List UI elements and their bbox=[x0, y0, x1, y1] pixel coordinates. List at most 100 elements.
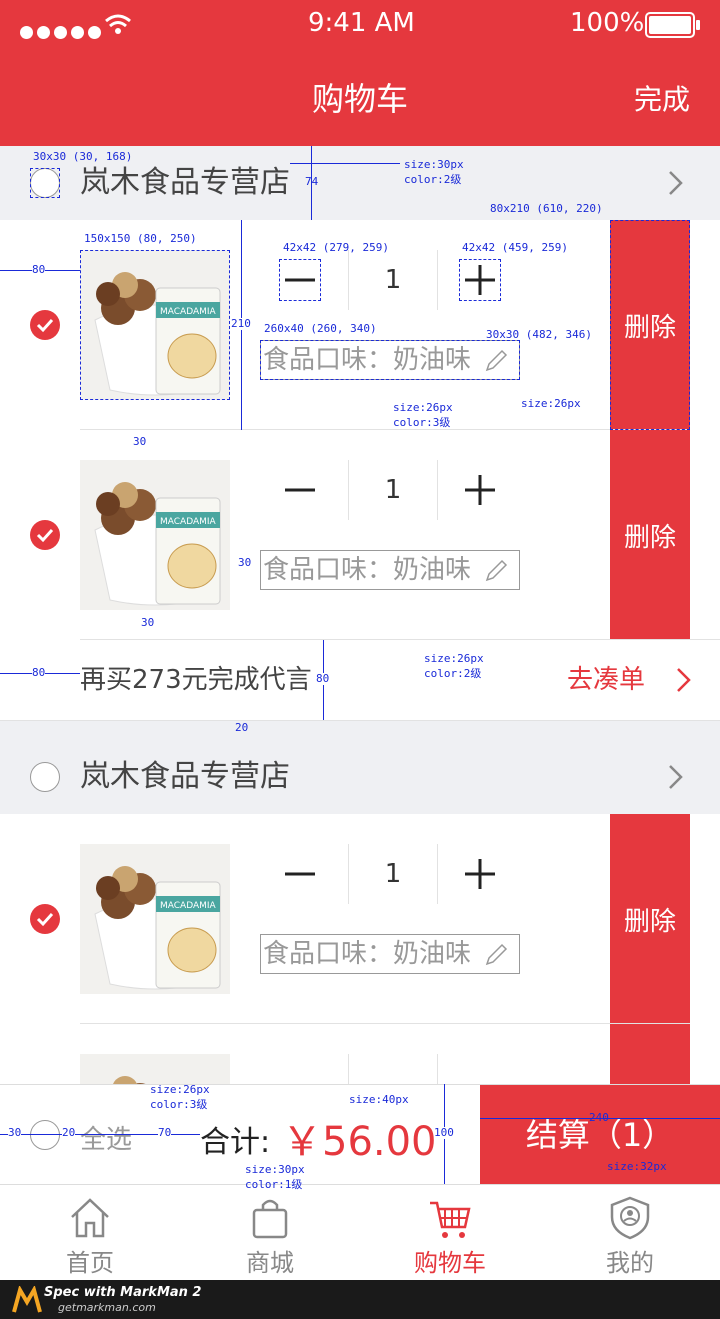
flavor-selector[interactable]: 食品口味：奶油味 bbox=[260, 934, 520, 974]
quantity-stepper: 1 bbox=[260, 460, 500, 520]
markman-site: getmarkman.com bbox=[58, 1301, 156, 1314]
item-checkbox[interactable] bbox=[30, 310, 60, 340]
annotation-label: 30 bbox=[238, 556, 252, 569]
promo-text: 再买273元完成代言 bbox=[80, 665, 312, 695]
shop-select-checkbox[interactable] bbox=[30, 762, 60, 792]
promo-row[interactable]: 再买273元完成代言 去凑单 bbox=[0, 640, 720, 720]
page-title: 购物车 bbox=[311, 80, 408, 118]
cart-item: MACADAMIA 1 食品口味：奶油味 删除 bbox=[0, 430, 720, 640]
annotation-label: 74 bbox=[305, 175, 319, 188]
annotation-box bbox=[80, 250, 230, 400]
quantity-value[interactable]: 1 bbox=[348, 460, 438, 520]
annotation-label: 70 bbox=[158, 1126, 172, 1139]
select-all-checkbox[interactable] bbox=[30, 1120, 60, 1150]
annotation-label: 30x30 (30, 168) bbox=[33, 150, 133, 163]
annotation-label: color:3级 bbox=[150, 1098, 208, 1111]
annotation-label: size:26px bbox=[150, 1083, 210, 1096]
macadamia-product-photo bbox=[113, 1076, 146, 1084]
plus-icon[interactable] bbox=[459, 853, 501, 895]
delete-button[interactable] bbox=[610, 1024, 690, 1084]
item-checkbox[interactable] bbox=[30, 904, 60, 934]
chevron-right-icon[interactable] bbox=[668, 665, 698, 695]
annotation-label: color:2级 bbox=[424, 667, 482, 680]
tab-home[interactable]: 首页 bbox=[0, 1185, 180, 1281]
signal-dots-icon bbox=[20, 16, 105, 46]
product-image[interactable]: MACADAMIA bbox=[80, 844, 230, 994]
annotation-label: 30 bbox=[8, 1126, 22, 1139]
cart-item bbox=[0, 1024, 720, 1084]
annotation-label: size:30px bbox=[245, 1163, 305, 1176]
promo-link[interactable]: 去凑单 bbox=[567, 640, 645, 720]
annotation-label: size:26px bbox=[521, 397, 581, 410]
annotation-label: color:1级 bbox=[245, 1178, 303, 1191]
nav-bar: 购物车 完成 bbox=[0, 50, 720, 146]
flavor-label: 食品口味：奶油味 bbox=[263, 939, 472, 969]
status-bar: 9:41 AM 100% bbox=[0, 0, 720, 50]
tab-profile[interactable]: 我的 bbox=[540, 1185, 720, 1281]
annotation-label: color:2级 bbox=[404, 173, 462, 186]
battery-percent: 100% bbox=[570, 8, 645, 38]
tab-cart[interactable]: 购物车 bbox=[360, 1185, 540, 1281]
annotation-label: 42x42 (459, 259) bbox=[462, 241, 568, 254]
plus-icon[interactable] bbox=[459, 469, 501, 511]
tab-label: 购物车 bbox=[414, 1249, 486, 1277]
product-image[interactable] bbox=[80, 1054, 230, 1084]
flavor-label: 食品口味：奶油味 bbox=[263, 555, 472, 585]
annotation-label: size:26px bbox=[393, 401, 453, 414]
delete-button[interactable]: 删除 bbox=[610, 430, 690, 640]
annotation-label: 100 bbox=[434, 1126, 454, 1139]
quantity-value[interactable] bbox=[348, 1054, 438, 1084]
annotation-box bbox=[30, 168, 60, 198]
quantity-value[interactable]: 1 bbox=[348, 250, 438, 310]
tab-bar: 首页 商城 购物车 我的 bbox=[0, 1184, 720, 1280]
annotation-label: 80x210 (610, 220) bbox=[490, 202, 603, 215]
delete-button[interactable]: 删除 bbox=[610, 814, 690, 1024]
chevron-right-icon[interactable] bbox=[660, 168, 690, 198]
checkout-button[interactable]: 结算（1） bbox=[480, 1085, 720, 1185]
annotation-label: 42x42 (279, 259) bbox=[283, 241, 389, 254]
annotation-label: size:40px bbox=[349, 1093, 409, 1106]
tab-label: 商城 bbox=[246, 1249, 294, 1277]
annotation-label: 30 bbox=[141, 616, 155, 629]
minus-icon[interactable] bbox=[279, 469, 321, 511]
section-gap bbox=[0, 720, 720, 740]
pencil-icon[interactable] bbox=[481, 940, 511, 970]
pencil-icon[interactable] bbox=[481, 556, 511, 586]
done-button[interactable]: 完成 bbox=[634, 78, 690, 118]
annotation-label: color:3级 bbox=[393, 416, 451, 429]
shopping-bag-icon bbox=[252, 1199, 288, 1239]
annotation-label: 20 bbox=[62, 1126, 76, 1139]
annotation-label: 20 bbox=[235, 721, 249, 734]
annotation-label: 80 bbox=[316, 672, 330, 685]
shop-header[interactable]: 岚木食品专营店 bbox=[0, 740, 720, 814]
cart-icon bbox=[430, 1201, 471, 1238]
tab-label: 首页 bbox=[66, 1249, 114, 1277]
product-image-label: MACADAMIA bbox=[160, 517, 217, 527]
annotation-label: 150x150 (80, 250) bbox=[84, 232, 197, 245]
annotation-label: 260x40 (260, 340) bbox=[264, 322, 377, 335]
annotation-box bbox=[279, 259, 321, 301]
product-image[interactable]: MACADAMIA bbox=[80, 460, 230, 610]
quantity-stepper: 1 bbox=[260, 844, 500, 904]
minus-icon[interactable] bbox=[279, 853, 321, 895]
markman-footer: Spec with MarkMan 2 getmarkman.com bbox=[0, 1280, 720, 1319]
checkmark-icon bbox=[36, 912, 54, 927]
select-all-label[interactable]: 全选 bbox=[80, 1119, 132, 1156]
wifi-icon bbox=[105, 14, 131, 34]
quantity-stepper bbox=[260, 1054, 500, 1084]
chevron-right-icon[interactable] bbox=[660, 762, 690, 792]
quantity-value[interactable]: 1 bbox=[348, 844, 438, 904]
annotation-label: size:30px bbox=[404, 158, 464, 171]
checkmark-icon bbox=[36, 528, 54, 543]
markman-brand: Spec with MarkMan 2 bbox=[44, 1285, 202, 1300]
status-time: 9:41 AM bbox=[308, 8, 415, 38]
annotation-label: 210 bbox=[231, 317, 251, 330]
flavor-selector[interactable]: 食品口味：奶油味 bbox=[260, 550, 520, 590]
item-checkbox[interactable] bbox=[30, 520, 60, 550]
annotation-box bbox=[610, 220, 690, 430]
annotation-label: size:26px bbox=[424, 652, 484, 665]
tab-mall[interactable]: 商城 bbox=[180, 1185, 360, 1281]
annotation-label: 80 bbox=[32, 666, 46, 679]
profile-shield-icon bbox=[610, 1196, 650, 1240]
markman-logo-icon bbox=[12, 1286, 42, 1313]
